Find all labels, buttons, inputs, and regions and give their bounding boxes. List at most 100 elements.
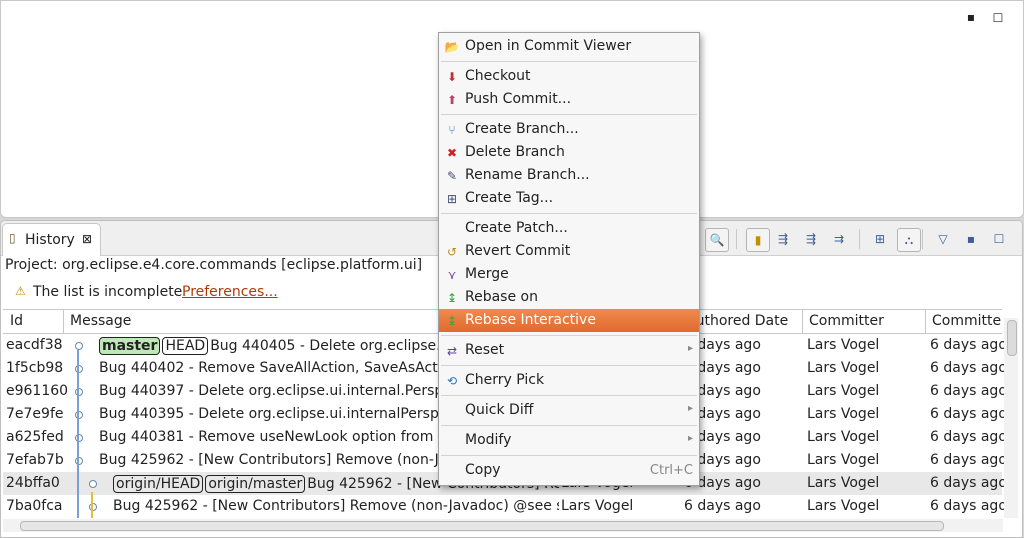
minimize-icon[interactable]: ▪ <box>960 228 982 250</box>
search-icon[interactable]: 🔍 <box>705 228 729 252</box>
menu-item-label: Rename Branch... <box>465 167 590 183</box>
menu-item-rebase-interactive[interactable]: ↨ Rebase Interactive <box>439 309 699 332</box>
menu-accelerator: Ctrl+C <box>649 463 693 478</box>
revert-icon: ↺ <box>446 245 458 259</box>
chevron-right-icon: ▸ <box>687 433 693 444</box>
menu-item-label: Rebase Interactive <box>465 312 596 328</box>
menu-item-checkout[interactable]: ⬇ Checkout <box>439 65 699 88</box>
merge-icon: ⋎ <box>447 268 457 282</box>
minimize-icon[interactable]: ▪ <box>964 10 978 24</box>
committer: Lars Vogel <box>807 337 880 353</box>
ref-tag: master <box>99 337 161 355</box>
delete-icon: ✖ <box>446 146 458 160</box>
committer: Lars Vogel <box>807 452 880 468</box>
maximize-icon[interactable]: ☐ <box>988 228 1010 250</box>
show-all-branches-icon[interactable]: ⇶ <box>772 228 794 250</box>
commit-viewer-icon: 📂 <box>444 40 460 54</box>
filter-project-icon[interactable]: ⊞ <box>869 228 891 250</box>
reset-icon: ⇄ <box>446 344 458 358</box>
maximize-icon[interactable]: ☐ <box>991 11 1005 25</box>
author: Lars Vogel <box>561 498 634 514</box>
column-header-0[interactable]: Id <box>10 313 23 329</box>
toolbar-separator <box>859 229 860 249</box>
menu-item-label: Create Branch... <box>465 121 579 137</box>
menu-separator <box>441 61 697 62</box>
commit-id: 1f5cb98 <box>6 360 64 376</box>
committed-date: 6 days ago <box>930 337 1007 353</box>
menu-item-reset[interactable]: ⇄ Reset ▸ <box>439 339 699 362</box>
horizontal-scroll-thumb[interactable] <box>20 521 944 531</box>
menu-item-label: Copy <box>465 462 501 478</box>
committed-date: 6 days ago <box>930 452 1007 468</box>
menu-item-quick-diff[interactable]: Quick Diff ▸ <box>439 399 699 422</box>
compare-mode-icon[interactable]: ▮ <box>746 228 770 252</box>
commit-id: a625fed <box>6 429 64 445</box>
column-header-3[interactable]: Authored Date <box>686 313 788 329</box>
create-branch-icon: ⑂ <box>448 123 456 137</box>
menu-item-cherry-pick[interactable]: ⟲ Cherry Pick <box>439 369 699 392</box>
menu-item-merge[interactable]: ⋎ Merge <box>439 263 699 286</box>
menu-separator <box>441 395 697 396</box>
committer: Lars Vogel <box>807 475 880 491</box>
menu-item-push-commit[interactable]: ⬆ Push Commit... <box>439 88 699 111</box>
menu-item-label: Quick Diff <box>465 402 534 418</box>
commit-id: 7efab7b <box>6 452 64 468</box>
view-menu-icon[interactable]: ▽ <box>932 228 954 250</box>
menu-item-create-branch[interactable]: ⑂ Create Branch... <box>439 118 699 141</box>
chevron-right-icon: ▸ <box>687 343 693 354</box>
menu-separator <box>441 335 697 336</box>
menu-item-label: Open in Commit Viewer <box>465 38 632 54</box>
menu-item-delete-branch[interactable]: ✖ Delete Branch <box>439 141 699 164</box>
ref-tag: HEAD <box>162 337 209 355</box>
warning-text: The list is incomplete <box>33 284 183 300</box>
menu-item-label: Delete Branch <box>465 144 565 160</box>
menu-separator <box>441 365 697 366</box>
menu-separator <box>441 425 697 426</box>
committed-date: 6 days ago <box>930 429 1007 445</box>
chevron-right-icon: ▸ <box>687 403 693 414</box>
push-icon: ⬆ <box>446 93 458 107</box>
ref-tag: origin/HEAD <box>113 475 204 493</box>
column-header-5[interactable]: Committe <box>932 313 1001 329</box>
toolbar-separator <box>736 229 737 249</box>
link-selection-icon[interactable]: ⛬ <box>897 228 921 252</box>
menu-item-copy[interactable]: Copy Ctrl+C <box>439 459 699 482</box>
column-header-1[interactable]: Message <box>70 313 131 329</box>
menu-item-label: Rebase on <box>465 289 538 305</box>
column-header-4[interactable]: Committer <box>809 313 884 329</box>
committer: Lars Vogel <box>807 360 880 376</box>
menu-separator <box>441 455 697 456</box>
menu-item-label: Create Patch... <box>465 220 568 236</box>
committer: Lars Vogel <box>807 498 880 514</box>
menu-item-label: Reset <box>465 342 505 358</box>
commit-id: eacdf38 <box>6 337 63 353</box>
cherry-pick-icon: ⟲ <box>446 374 458 388</box>
committed-date: 6 days ago <box>930 475 1007 491</box>
ref-tag: origin/master <box>205 475 306 493</box>
vertical-scroll-thumb[interactable] <box>1007 320 1017 356</box>
filter-resource-icon[interactable]: ⇶ <box>800 228 822 250</box>
commit-graph-node <box>75 342 83 350</box>
filter-folder-icon[interactable]: ⇉ <box>828 228 850 250</box>
toolbar-separator <box>922 229 923 249</box>
menu-item-rename-branch[interactable]: ✎ Rename Branch... <box>439 164 699 187</box>
menu-item-rebase-on[interactable]: ↨ Rebase on <box>439 286 699 309</box>
committed-date: 6 days ago <box>930 406 1007 422</box>
menu-item-modify[interactable]: Modify ▸ <box>439 429 699 452</box>
commit-message: Bug 425962 - [New Contributors] Remove (… <box>113 498 559 514</box>
commit-id: 7ba0fca <box>6 498 63 514</box>
committed-date: 6 days ago <box>930 383 1007 399</box>
menu-item-revert-commit[interactable]: ↺ Revert Commit <box>439 240 699 263</box>
column-separator <box>802 310 803 333</box>
table-row[interactable]: 7ba0fca Bug 425962 - [New Contributors] R… <box>3 495 1007 518</box>
column-separator <box>925 310 926 333</box>
committed-date: 6 days ago <box>930 360 1007 376</box>
menu-item-open-in-commit-viewer[interactable]: 📂 Open in Commit Viewer <box>439 35 699 58</box>
close-icon[interactable]: ⊠ <box>82 232 92 246</box>
menu-item-create-patch[interactable]: Create Patch... <box>439 217 699 240</box>
menu-item-create-tag[interactable]: ⊞ Create Tag... <box>439 187 699 210</box>
tab-history[interactable]: ▯ History ⊠ <box>2 223 101 256</box>
column-separator <box>63 310 64 333</box>
preferences-link[interactable]: Preferences... <box>182 284 278 300</box>
menu-item-label: Modify <box>465 432 512 448</box>
